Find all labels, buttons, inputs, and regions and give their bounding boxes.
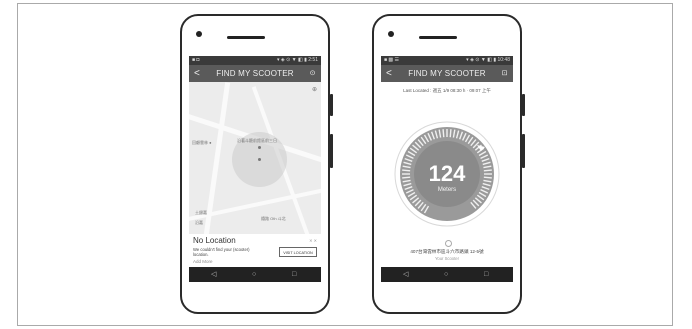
- screen-map: ■ ◘ ▾ ◈ ⊙ ▼ ◧ ▮ 2:51 < FIND MY SCOOTER ⊙…: [189, 56, 321, 282]
- map-label: 沿嘉: [195, 220, 203, 225]
- map-view[interactable]: ⊕ 回顧雲林 ● 沿著斗聽前館區前三日 土銀嘉 沿嘉 鐵路 Oth 斗北: [189, 82, 321, 234]
- nav-bar: ◁ ○ □: [189, 267, 321, 282]
- nav-home-icon[interactable]: ○: [444, 267, 448, 282]
- scooter-address-sub: Your Scooter: [434, 256, 460, 261]
- power-button: [522, 134, 525, 168]
- speaker-grille: [227, 36, 265, 39]
- visit-location-button[interactable]: VISIT LOCATION: [279, 247, 317, 257]
- map-pin: [258, 146, 261, 149]
- map-pin: [258, 158, 261, 161]
- status-icons-right: ▾ ◈ ⊙ ▼ ◧ ▮ 10:48: [466, 57, 510, 63]
- distance-radar: 124 Meters: [394, 121, 500, 227]
- status-icons-left: ■ ▩ ☰: [384, 57, 400, 63]
- map-label: 回顧雲林 ●: [192, 140, 212, 145]
- app-bar: < FIND MY SCOOTER ⊙: [189, 65, 321, 82]
- nav-home-icon[interactable]: ○: [252, 267, 256, 282]
- status-icons-left: ■ ◘: [192, 57, 200, 63]
- app-bar: < FIND MY SCOOTER ⊡: [381, 65, 513, 82]
- share-icon[interactable]: ⊡: [500, 69, 509, 78]
- add-more-link[interactable]: Add More: [193, 259, 213, 264]
- last-located-text: Last Located : 週五 1/9 08:30 h · 09:07 上午: [403, 88, 491, 93]
- status-bar: ■ ▩ ☰ ▾ ◈ ⊙ ▼ ◧ ▮ 10:48: [381, 56, 513, 65]
- nav-recents-icon[interactable]: □: [484, 267, 488, 282]
- screen-radar: ■ ▩ ☰ ▾ ◈ ⊙ ▼ ◧ ▮ 10:48 < FIND MY SCOOTE…: [381, 56, 513, 282]
- nav-back-icon[interactable]: ◁: [211, 267, 216, 282]
- volume-button: [522, 94, 525, 116]
- phone-left: ■ ◘ ▾ ◈ ⊙ ▼ ◧ ▮ 2:51 < FIND MY SCOOTER ⊙…: [180, 14, 333, 314]
- radar-tick: [442, 129, 445, 138]
- camera-icon: [388, 31, 394, 37]
- status-bar: ■ ◘ ▾ ◈ ⊙ ▼ ◧ ▮ 2:51: [189, 56, 321, 65]
- compass-icon[interactable]: ⊕: [312, 86, 317, 93]
- page-title: FIND MY SCOOTER: [408, 69, 486, 78]
- status-icons-right: ▾ ◈ ⊙ ▼ ◧ ▮ 2:51: [276, 57, 318, 63]
- figure-frame: [17, 3, 673, 326]
- nav-bar: ◁ ○ □: [381, 267, 513, 282]
- radar-tick: [449, 129, 452, 138]
- info-heading: No Location: [193, 236, 236, 245]
- camera-icon: [196, 31, 202, 37]
- map-label: 鐵路 Oth 斗北: [261, 216, 286, 221]
- locate-icon[interactable]: ⊙: [308, 69, 317, 78]
- close-icon[interactable]: ✕ ✕: [309, 238, 317, 243]
- nav-recents-icon[interactable]: □: [292, 267, 296, 282]
- volume-button: [330, 94, 333, 116]
- map-label: 沿著斗聽前館區前三日: [237, 138, 277, 143]
- distance-value: 124: [428, 161, 466, 186]
- page-title: FIND MY SCOOTER: [216, 69, 294, 78]
- phone-right: ■ ▩ ☰ ▾ ◈ ⊙ ▼ ◧ ▮ 10:48 < FIND MY SCOOTE…: [372, 14, 525, 314]
- location-info-panel: No Location ✕ ✕ We couldn't find your (s…: [189, 234, 321, 267]
- scooter-address: 407台灣雲林市區斗六市路鎮 12-5號: [410, 249, 484, 254]
- speaker-grille: [419, 36, 457, 39]
- info-message: We couldn't find your (scooter) location…: [193, 247, 250, 257]
- distance-unit: Meters: [437, 187, 457, 193]
- scooter-marker-icon: [445, 240, 452, 247]
- map-label: 土銀嘉: [195, 210, 207, 215]
- power-button: [330, 134, 333, 168]
- nav-back-icon[interactable]: ◁: [403, 267, 408, 282]
